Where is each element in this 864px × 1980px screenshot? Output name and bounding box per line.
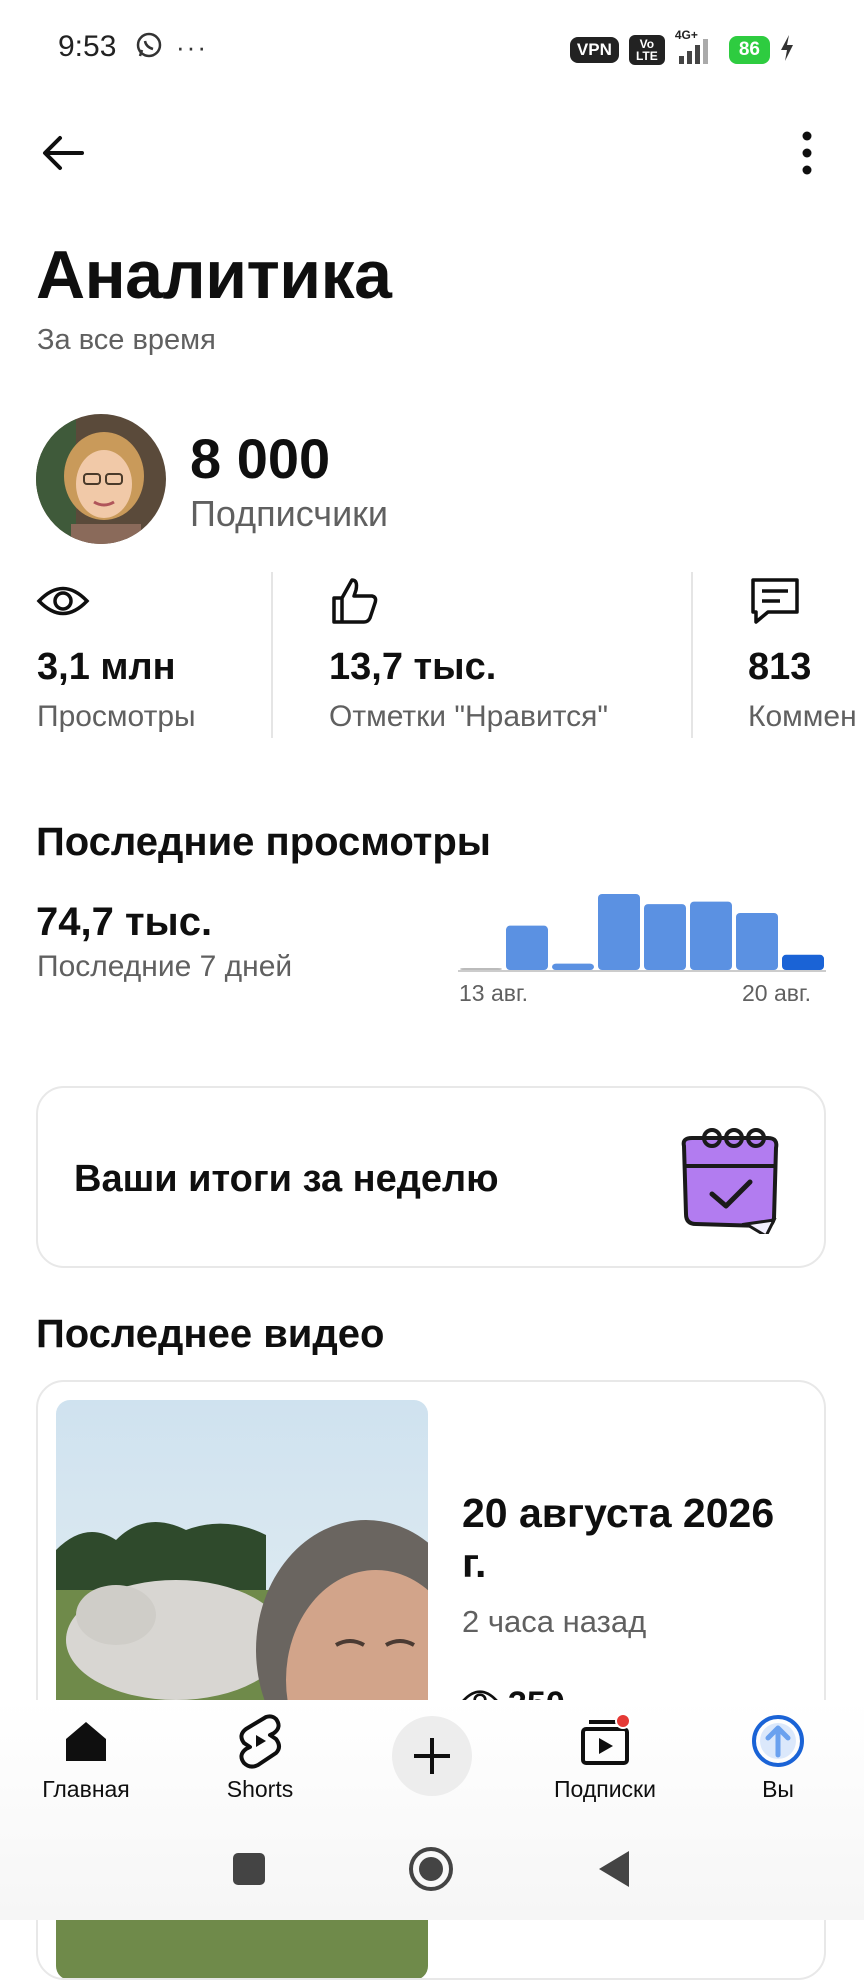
weekly-summary-card[interactable]: Ваши итоги за неделю bbox=[36, 1086, 826, 1268]
circle-icon bbox=[409, 1847, 453, 1891]
volte-badge: Vo LTE bbox=[628, 35, 665, 65]
latest-video-heading: Последнее видео bbox=[36, 1312, 385, 1356]
chart-bar bbox=[644, 904, 686, 970]
home-system-button[interactable] bbox=[406, 1844, 456, 1894]
home-icon bbox=[6, 1712, 166, 1770]
nav-subscriptions[interactable]: Подписки bbox=[525, 1712, 685, 1803]
recent-apps-button[interactable] bbox=[224, 1844, 274, 1894]
comments-label: Коммен bbox=[748, 700, 857, 733]
chart-bar bbox=[598, 894, 640, 970]
recent-views-period: Последние 7 дней bbox=[37, 950, 293, 983]
chart-bar bbox=[460, 968, 502, 970]
eye-icon bbox=[36, 574, 90, 628]
views-label: Просмотры bbox=[37, 700, 196, 733]
comment-icon bbox=[748, 574, 802, 628]
more-vert-icon bbox=[802, 131, 812, 175]
stats-divider bbox=[691, 572, 693, 738]
more-options-button[interactable] bbox=[792, 128, 822, 178]
nav-shorts[interactable]: Shorts bbox=[180, 1712, 340, 1803]
more-notifications-icon: ··· bbox=[176, 32, 208, 62]
channel-avatar[interactable] bbox=[36, 414, 166, 544]
status-left-icons: ··· bbox=[134, 30, 208, 65]
nav-subscriptions-label: Подписки bbox=[554, 1776, 656, 1802]
calendar-check-icon bbox=[676, 1124, 786, 1239]
bottom-navigation: Главная Shorts Подписки Вы bbox=[0, 1700, 864, 1920]
nav-shorts-label: Shorts bbox=[226, 1776, 294, 1802]
stats-divider bbox=[271, 572, 273, 738]
thumb-up-icon bbox=[328, 574, 382, 628]
recent-views-value: 74,7 тыс. bbox=[36, 900, 213, 944]
chart-bar bbox=[506, 925, 548, 970]
comments-value: 813 bbox=[748, 646, 812, 688]
chart-bar bbox=[690, 901, 732, 970]
subscriber-label: Подписчики bbox=[190, 493, 389, 534]
status-time: 9:53 bbox=[58, 30, 117, 63]
subscriber-count: 8 000 bbox=[190, 427, 331, 490]
back-system-button[interactable] bbox=[590, 1844, 640, 1894]
video-time-ago: 2 часа назад bbox=[462, 1604, 647, 1639]
signal-icon: 4G+ bbox=[675, 28, 719, 66]
views-value: 3,1 млн bbox=[37, 646, 176, 688]
plus-icon bbox=[414, 1738, 450, 1774]
vpn-badge: VPN bbox=[569, 37, 619, 63]
weekly-summary-title: Ваши итоги за неделю bbox=[74, 1158, 499, 1200]
page-title: Аналитика bbox=[36, 237, 392, 313]
charging-icon bbox=[780, 34, 794, 66]
whatsapp-icon bbox=[134, 30, 164, 65]
profile-upload-icon bbox=[698, 1712, 858, 1770]
shorts-icon bbox=[180, 1712, 340, 1770]
likes-value: 13,7 тыс. bbox=[329, 646, 497, 688]
recent-views-heading: Последние просмотры bbox=[36, 820, 491, 864]
create-button[interactable] bbox=[392, 1716, 472, 1796]
period-subtitle[interactable]: За все время bbox=[37, 324, 216, 357]
nav-you-label: Вы bbox=[762, 1776, 794, 1802]
triangle-back-icon bbox=[599, 1851, 629, 1887]
square-icon bbox=[233, 1853, 265, 1885]
nav-home[interactable]: Главная bbox=[6, 1712, 166, 1803]
status-right-icons: VPN Vo LTE 4G+ 86 bbox=[569, 28, 794, 66]
nav-you[interactable]: Вы bbox=[698, 1712, 858, 1803]
chart-bar bbox=[552, 963, 594, 970]
chart-end-label: 20 авг. bbox=[742, 980, 811, 1006]
chart-start-label: 13 авг. bbox=[459, 980, 528, 1006]
arrow-back-icon bbox=[43, 136, 84, 170]
video-date: 20 августа 2026 г. bbox=[462, 1490, 775, 1586]
nav-home-label: Главная bbox=[42, 1776, 130, 1802]
chart-bar bbox=[782, 954, 824, 970]
subscriptions-icon bbox=[525, 1712, 685, 1770]
chart-bar bbox=[736, 913, 778, 970]
battery-badge: 86 bbox=[728, 36, 770, 64]
back-button[interactable] bbox=[38, 128, 88, 178]
likes-label: Отметки "Нравится" bbox=[329, 700, 609, 733]
